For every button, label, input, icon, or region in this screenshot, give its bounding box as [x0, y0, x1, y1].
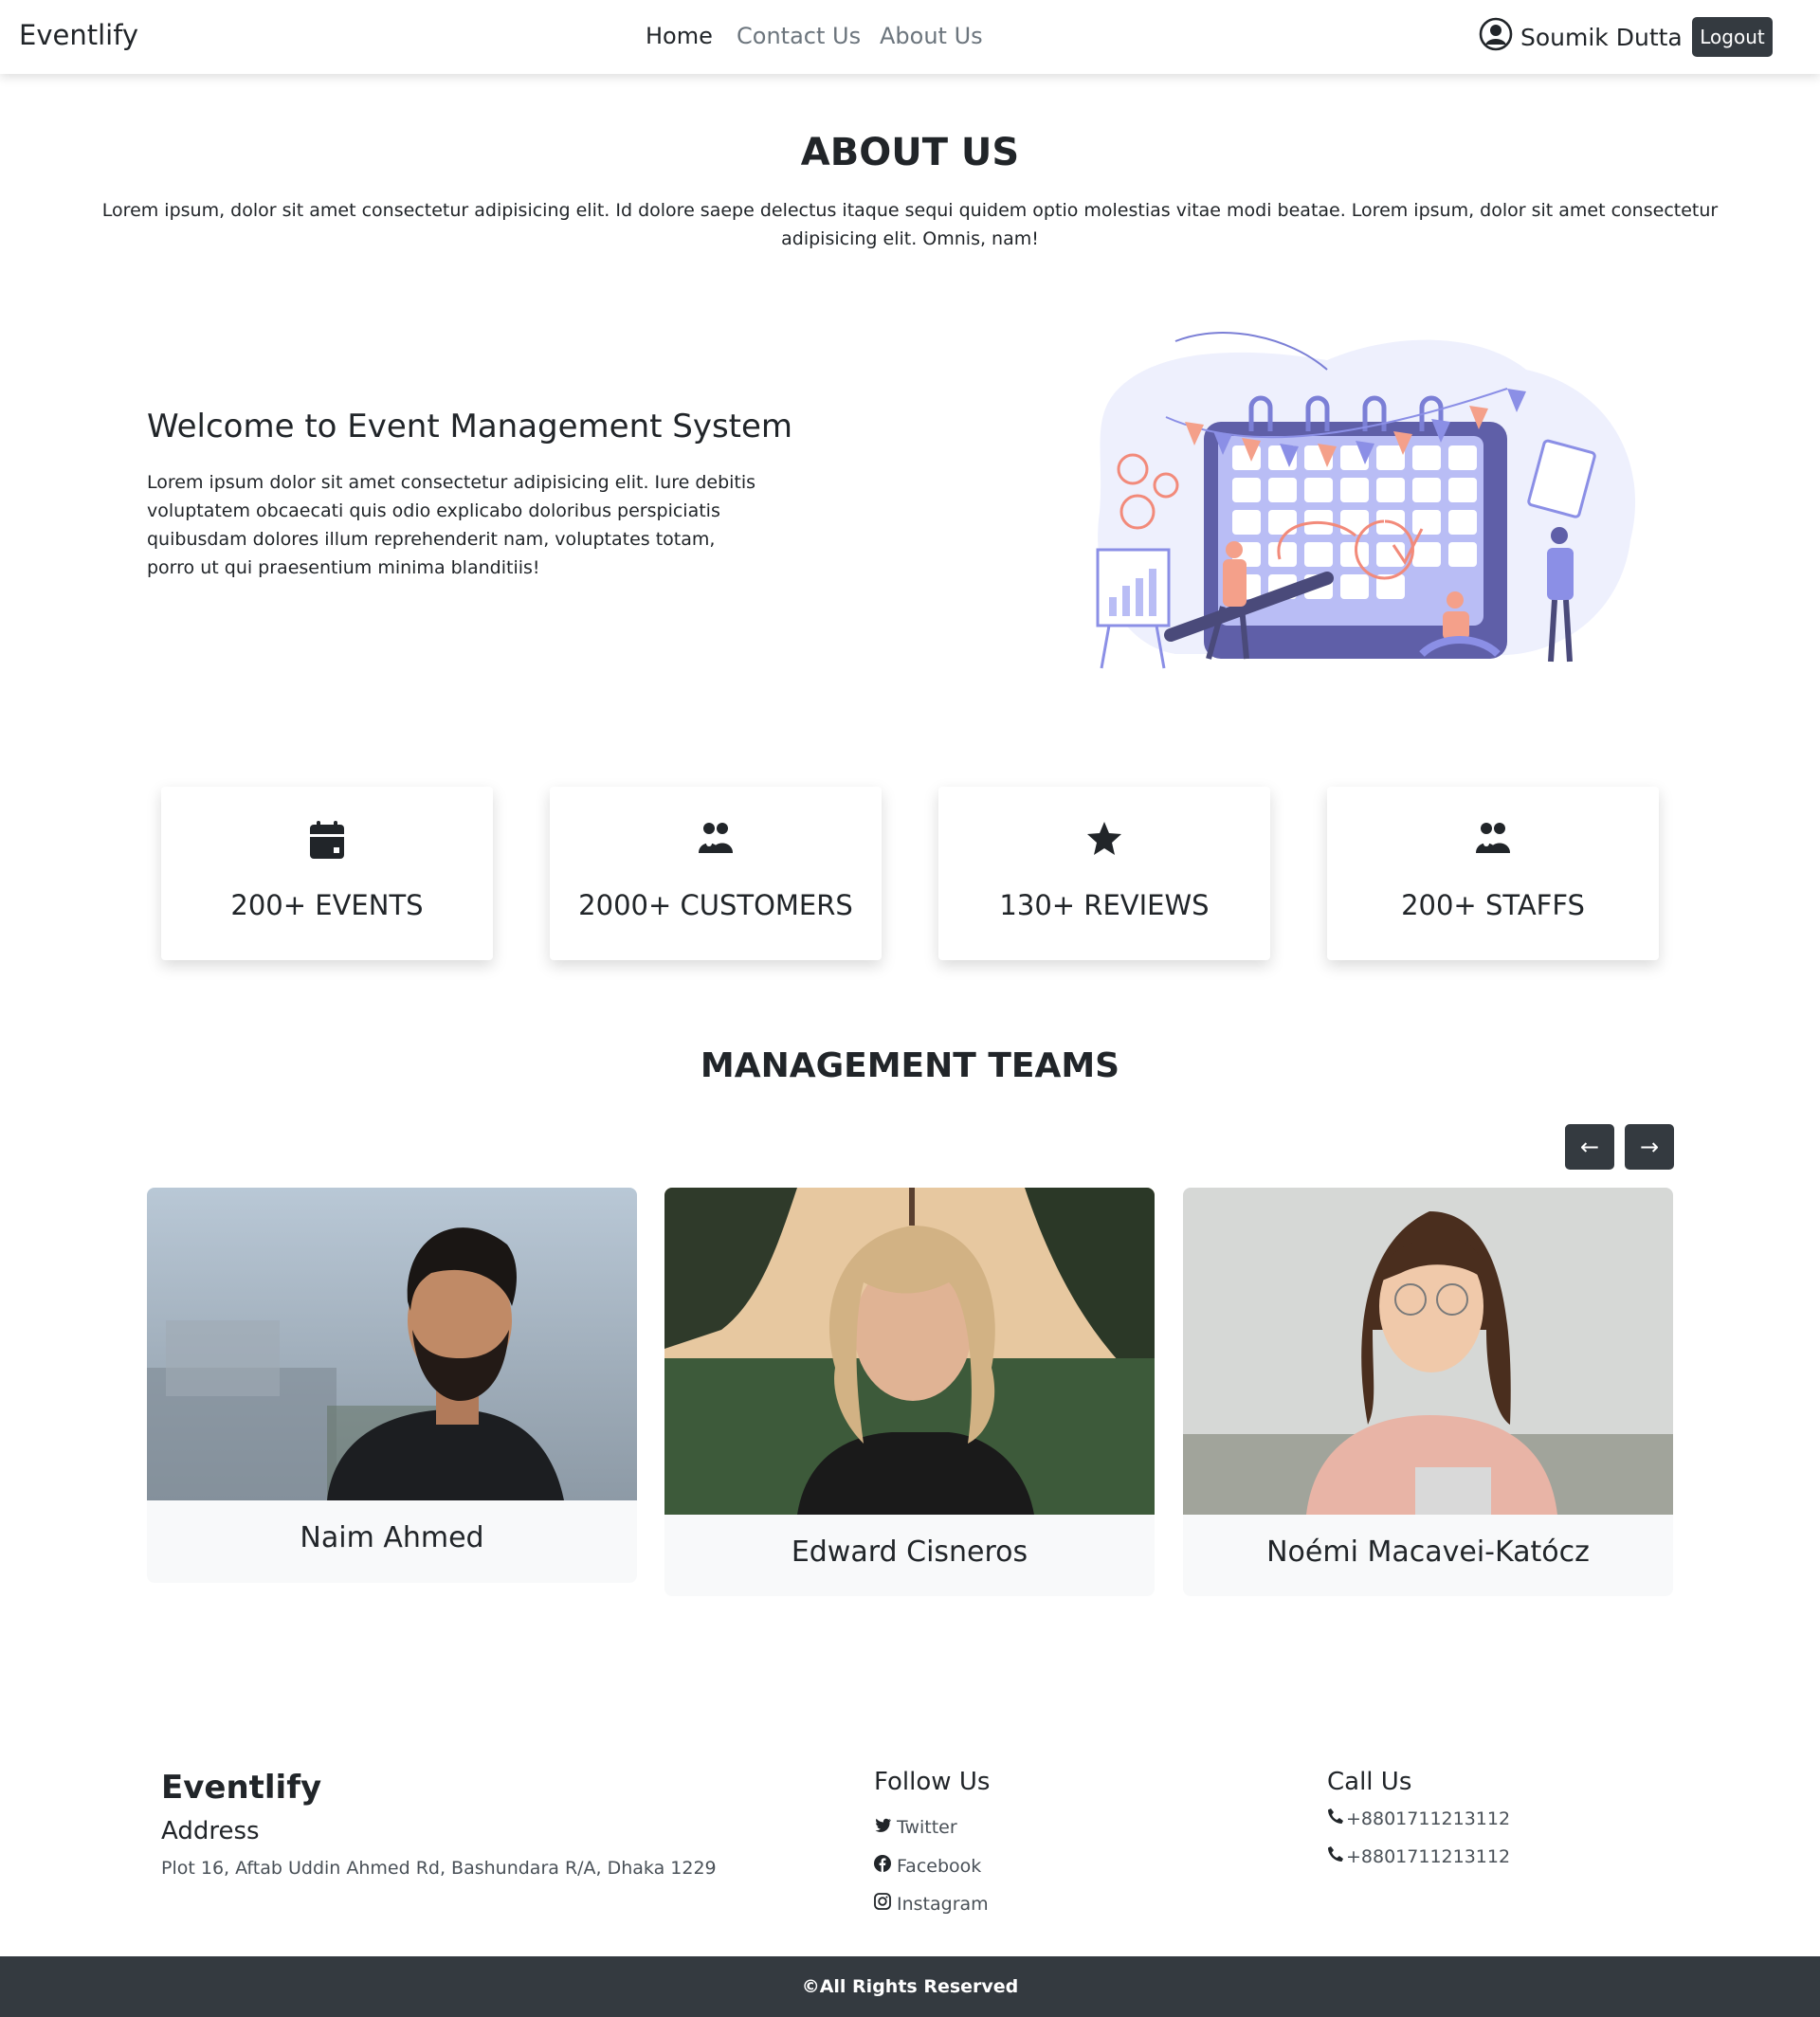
team-photo [664, 1188, 1155, 1515]
navbar: Eventlify Home Contact Us About Us Soumi… [0, 0, 1820, 74]
footer-follow-heading: Follow Us [874, 1768, 991, 1796]
stat-card-customers: 2000+ CUSTOMERS [550, 787, 882, 960]
phone-icon [1327, 1845, 1344, 1867]
about-text: Lorem ipsum, dolor sit amet consectetur … [101, 200, 1719, 249]
welcome-title: Welcome to Event Management System [147, 408, 793, 445]
team-card[interactable]: Naim Ahmed [147, 1188, 637, 1583]
team-card[interactable]: Noémi Macavei-Katócz [1183, 1188, 1673, 1596]
user-circle-icon [1479, 17, 1513, 57]
team-photo [1183, 1188, 1673, 1515]
calendar-icon [161, 821, 493, 859]
footer-address-heading: Address [161, 1817, 260, 1845]
facebook-icon [874, 1855, 891, 1877]
welcome-text: Lorem ipsum dolor sit amet consectetur a… [147, 472, 756, 578]
nav-link-home[interactable]: Home [646, 23, 713, 49]
copyright-text: ©All Rights Reserved [801, 1976, 1019, 1997]
stat-card-staffs: 200+ STAFFS [1327, 787, 1659, 960]
social-link-instagram[interactable]: Instagram [874, 1893, 989, 1915]
footer-call-heading: Call Us [1327, 1768, 1412, 1796]
copyright-bar: ©All Rights Reserved [0, 1956, 1820, 2017]
phone-number: +8801711213112 [1346, 1808, 1511, 1829]
phone-number: +8801711213112 [1346, 1845, 1511, 1867]
nav-link-contact[interactable]: Contact Us [737, 23, 861, 49]
phone-link[interactable]: +8801711213112 [1327, 1808, 1510, 1829]
team-member-name: Edward Cisneros [791, 1535, 1028, 1569]
social-label: Twitter [897, 1817, 957, 1838]
carousel-prev-button[interactable]: ← [1565, 1124, 1614, 1170]
footer-address: Plot 16, Aftab Uddin Ahmed Rd, Bashundar… [161, 1858, 717, 1879]
social-link-facebook[interactable]: Facebook [874, 1855, 981, 1877]
social-label: Facebook [897, 1855, 982, 1877]
user-profile[interactable]: Soumik Dutta [1479, 17, 1683, 57]
stat-label: 200+ STAFFS [1401, 889, 1585, 921]
teams-title: MANAGEMENT TEAMS [700, 1046, 1120, 1085]
arrow-right-icon: → [1639, 1134, 1660, 1160]
people-icon [550, 821, 882, 853]
team-photo [147, 1188, 637, 1500]
twitter-icon [874, 1817, 891, 1838]
phone-link[interactable]: +8801711213112 [1327, 1845, 1510, 1867]
brand-logo[interactable]: Eventlify [19, 19, 138, 51]
star-icon [938, 821, 1270, 857]
social-link-twitter[interactable]: Twitter [874, 1817, 957, 1838]
carousel-next-button[interactable]: → [1625, 1124, 1674, 1170]
instagram-icon [874, 1893, 891, 1915]
event-calendar-illustration [1081, 332, 1649, 682]
team-member-name: Noémi Macavei-Katócz [1266, 1535, 1590, 1569]
stat-label: 200+ EVENTS [230, 889, 424, 921]
phone-icon [1327, 1808, 1344, 1829]
footer-brand: Eventlify [161, 1769, 322, 1807]
stat-card-reviews: 130+ REVIEWS [938, 787, 1270, 960]
team-member-name: Naim Ahmed [300, 1521, 484, 1554]
team-card[interactable]: Edward Cisneros [664, 1188, 1155, 1596]
arrow-left-icon: ← [1579, 1134, 1600, 1160]
people-icon [1327, 821, 1659, 853]
logout-button[interactable]: Logout [1692, 17, 1773, 57]
social-label: Instagram [897, 1893, 989, 1915]
stat-label: 2000+ CUSTOMERS [578, 889, 853, 921]
stat-label: 130+ REVIEWS [999, 889, 1210, 921]
user-name: Soumik Dutta [1520, 23, 1683, 51]
stat-card-events: 200+ EVENTS [161, 787, 493, 960]
nav-link-about[interactable]: About Us [880, 23, 983, 49]
about-title: ABOUT US [800, 131, 1020, 174]
